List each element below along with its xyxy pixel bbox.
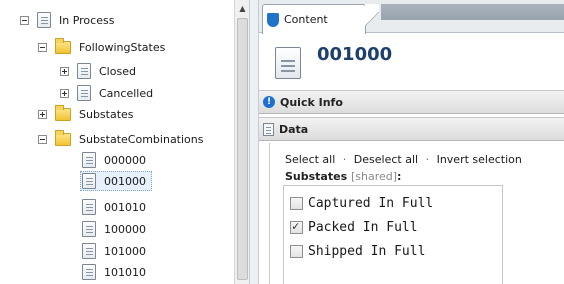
substates-checklist: Captured In Full Packed In Full Shipped …	[283, 185, 503, 284]
folder-icon	[55, 37, 71, 54]
tree-node-label: Substates	[79, 107, 134, 121]
section-title: Quick Info	[280, 95, 343, 109]
tree-node-label: Cancelled	[99, 86, 154, 100]
checkbox-label: Captured In Full	[308, 195, 434, 211]
substate-option-shipped-in-full[interactable]: Shipped In Full	[290, 240, 425, 262]
tree-node-label: 000000	[104, 153, 146, 167]
tree-node-label: FollowingStates	[79, 40, 166, 54]
section-quick-info[interactable]: ! Quick Info	[259, 90, 564, 114]
tree-node-cancelled[interactable]: Cancelled	[60, 83, 156, 103]
tree-scrollbar[interactable]: ▲	[234, 0, 249, 284]
document-icon	[275, 47, 301, 79]
tab-strip-background	[381, 4, 564, 20]
tree-node-substates[interactable]: Substates	[38, 104, 137, 124]
page-title: 001000	[317, 44, 393, 65]
checkbox-checked[interactable]	[290, 219, 303, 234]
tree-node-label: 101000	[104, 244, 146, 258]
content-header: 001000	[259, 34, 564, 88]
document-icon	[77, 63, 91, 79]
divider	[269, 143, 270, 284]
tab-strip: Content	[259, 0, 564, 34]
link-separator: ·	[425, 153, 430, 166]
tab-label: Content	[284, 13, 328, 26]
checkbox[interactable]	[290, 196, 303, 210]
tree-node-label: Closed	[99, 64, 136, 78]
folder-icon	[55, 104, 71, 121]
document-icon	[82, 152, 96, 168]
tree-node-001000[interactable]: 001000	[80, 171, 152, 191]
tree-node-001010[interactable]: 001010	[82, 197, 149, 217]
label-colon: :	[397, 170, 402, 183]
selection-links: Select all · Deselect all · Invert selec…	[285, 153, 522, 166]
tree-node-followingstates[interactable]: FollowingStates	[38, 37, 168, 57]
document-icon	[82, 264, 96, 280]
checkbox-label: Shipped In Full	[308, 243, 426, 259]
tab-content[interactable]: Content	[262, 4, 379, 34]
document-icon	[82, 221, 96, 237]
document-icon	[82, 199, 96, 215]
collapse-icon[interactable]	[38, 134, 47, 144]
folder-icon	[55, 129, 71, 146]
tree-node-in-process[interactable]: In Process	[20, 10, 117, 30]
tree-node-label: In Process	[59, 13, 115, 27]
tree-node-101000[interactable]: 101000	[82, 241, 149, 261]
tree-node-label: 001010	[104, 200, 146, 214]
panel-splitter[interactable]	[249, 0, 259, 284]
scroll-up-arrow-icon[interactable]: ▲	[237, 3, 248, 14]
substates-field-label: Substates [shared]:	[285, 170, 401, 183]
collapse-icon[interactable]	[38, 42, 47, 52]
document-icon	[37, 12, 51, 28]
tree-panel: In Process FollowingStates Closed Cancel…	[0, 0, 234, 284]
data-icon	[263, 122, 274, 136]
tree-node-label: 001000	[104, 174, 146, 188]
tree-node-closed[interactable]: Closed	[60, 61, 139, 81]
shield-icon	[267, 12, 279, 27]
deselect-all-link[interactable]: Deselect all	[354, 153, 418, 166]
expand-icon[interactable]	[60, 66, 69, 76]
document-icon	[82, 173, 96, 189]
scroll-thumb[interactable]	[237, 18, 248, 280]
section-title: Data	[279, 122, 309, 136]
select-all-link[interactable]: Select all	[285, 153, 335, 166]
tree-node-label: SubstateCombinations	[79, 132, 204, 146]
document-icon	[77, 85, 91, 101]
checkbox-label: Packed In Full	[308, 219, 418, 235]
tree-node-substatecombinations[interactable]: SubstateCombinations	[38, 129, 206, 149]
document-icon	[82, 243, 96, 259]
data-section-body: Select all · Deselect all · Invert selec…	[259, 143, 564, 284]
substates-label: Substates	[285, 170, 348, 183]
tree-node-100000[interactable]: 100000	[82, 219, 149, 239]
content-panel: Content 001000 ! Quick Info Data Select …	[259, 0, 564, 284]
link-separator: ·	[342, 153, 347, 166]
section-data[interactable]: Data	[259, 117, 564, 141]
expand-icon[interactable]	[38, 109, 47, 119]
substate-option-captured-in-full[interactable]: Captured In Full	[290, 192, 433, 214]
checkbox[interactable]	[290, 244, 303, 258]
shared-tag: [shared]	[350, 170, 398, 183]
expand-icon[interactable]	[60, 88, 69, 98]
invert-selection-link[interactable]: Invert selection	[437, 153, 522, 166]
tree-node-label: 100000	[104, 222, 146, 236]
tree-node-label: 101010	[104, 265, 146, 279]
substate-option-packed-in-full[interactable]: Packed In Full	[290, 216, 418, 238]
info-icon: !	[263, 96, 275, 108]
collapse-icon[interactable]	[20, 15, 29, 25]
tree-node-101010[interactable]: 101010	[82, 262, 149, 282]
tree-node-000000[interactable]: 000000	[82, 150, 149, 170]
